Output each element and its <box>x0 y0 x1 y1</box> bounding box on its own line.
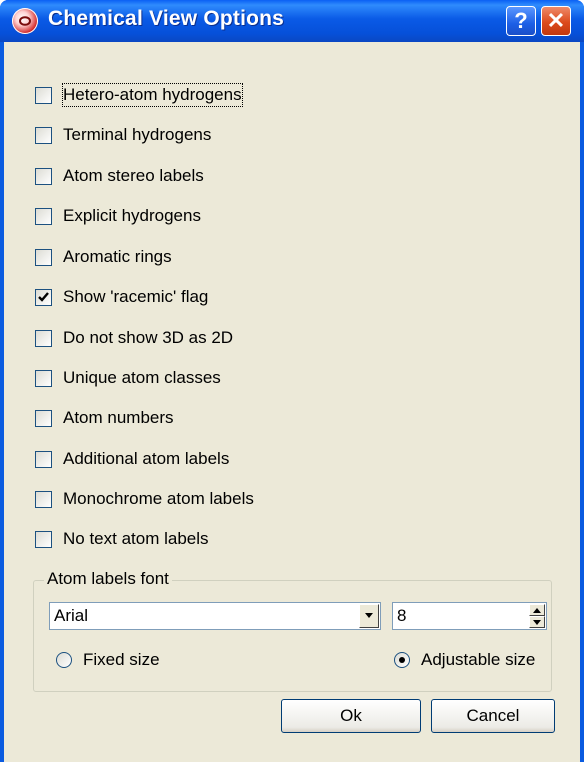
dialog-title: Chemical View Options <box>48 7 285 30</box>
dialog-window: Chemical View Options ? ✕ Hetero-atom hy… <box>0 0 584 762</box>
dropdown-button[interactable] <box>359 604 379 628</box>
checkbox[interactable] <box>35 531 52 548</box>
chevron-down-icon <box>365 613 373 618</box>
dialog-body: Hetero-atom hydrogens Terminal hydrogens… <box>4 42 580 762</box>
option-label: Atom numbers <box>63 408 174 427</box>
option-label: Hetero-atom hydrogens <box>62 83 243 107</box>
radio-button[interactable] <box>394 652 410 668</box>
title-bar[interactable]: Chemical View Options ? ✕ <box>0 0 584 42</box>
spinner-buttons <box>529 604 545 628</box>
radio-selected-dot <box>399 657 405 663</box>
radio-button[interactable] <box>56 652 72 668</box>
font-select-value: Arial <box>54 606 89 625</box>
option-label: Terminal hydrogens <box>63 125 212 144</box>
checkmark-icon <box>38 292 49 302</box>
arrow-down-icon <box>533 620 541 625</box>
checkbox[interactable] <box>35 410 52 427</box>
radio-label: Fixed size <box>83 650 160 669</box>
spinner-down-button[interactable] <box>529 616 545 628</box>
help-button[interactable]: ? <box>506 6 536 36</box>
option-label: Do not show 3D as 2D <box>63 328 234 347</box>
cancel-button[interactable]: Cancel <box>431 699 555 733</box>
option-label: Show 'racemic' flag <box>63 287 209 306</box>
option-label: Aromatic rings <box>63 247 172 266</box>
checkbox[interactable] <box>35 208 52 225</box>
checkbox[interactable] <box>35 451 52 468</box>
option-label: Explicit hydrogens <box>63 206 201 225</box>
font-size-spinner[interactable]: 8 <box>392 602 547 630</box>
option-label: Unique atom classes <box>63 368 221 387</box>
checkbox[interactable] <box>35 127 52 144</box>
checkbox[interactable] <box>35 249 52 266</box>
font-groupbox <box>33 580 552 692</box>
groupbox-title: Atom labels font <box>44 568 172 590</box>
font-size-value: 8 <box>397 606 407 625</box>
option-label: Atom stereo labels <box>63 166 204 185</box>
app-icon <box>12 8 38 34</box>
checkbox[interactable] <box>35 491 52 508</box>
spinner-up-button[interactable] <box>529 604 545 616</box>
checkbox[interactable] <box>35 168 52 185</box>
option-label: No text atom labels <box>63 529 209 548</box>
radio-label: Adjustable size <box>421 650 536 669</box>
checkbox[interactable] <box>35 87 52 104</box>
checkbox[interactable] <box>35 330 52 347</box>
close-button[interactable]: ✕ <box>541 6 571 36</box>
option-label: Monochrome atom labels <box>63 489 254 508</box>
arrow-up-icon <box>533 608 541 613</box>
checkbox[interactable] <box>35 370 52 387</box>
ok-button[interactable]: Ok <box>281 699 421 733</box>
font-select[interactable]: Arial <box>49 602 381 630</box>
checkbox[interactable] <box>35 289 52 306</box>
option-label: Additional atom labels <box>63 449 230 468</box>
